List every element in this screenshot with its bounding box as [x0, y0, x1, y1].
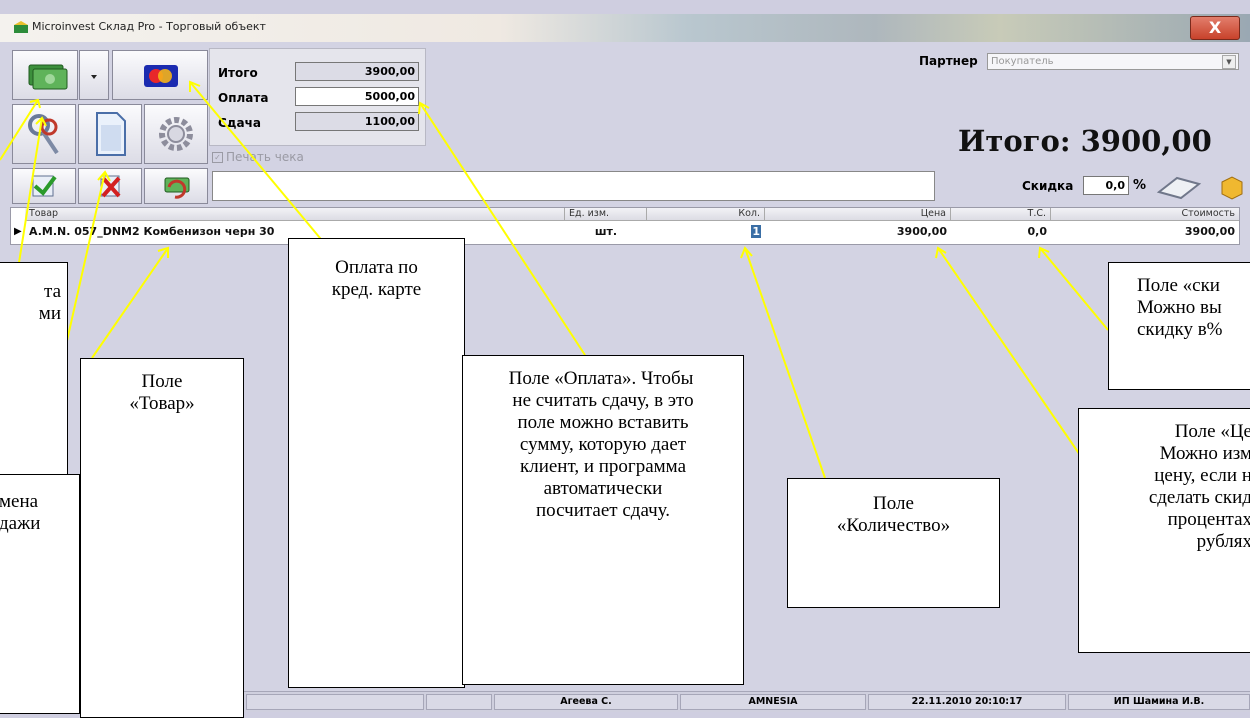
callout-product-field: Поле «Товар»: [80, 358, 244, 718]
window-title: Microinvest Склад Pro - Торговый объект: [32, 20, 266, 33]
big-total-display: Итого: 3900,00: [958, 124, 1212, 158]
qty-value[interactable]: 1: [751, 225, 761, 238]
checkmark-icon: ✓: [212, 152, 223, 163]
header-price[interactable]: Цена: [765, 208, 951, 221]
cell-cost[interactable]: 3900,00: [1051, 223, 1239, 241]
dropdown-arrow-icon: [91, 75, 97, 79]
chevron-down-icon[interactable]: ▼: [1222, 55, 1236, 69]
discount-unit: %: [1133, 178, 1147, 193]
app-icon: [14, 21, 28, 33]
return-button[interactable]: [144, 168, 208, 204]
partner-value: Покупатель: [991, 56, 1054, 67]
title-bar: Microinvest Склад Pro - Торговый объект …: [0, 14, 1250, 42]
cell-unit[interactable]: шт.: [565, 223, 647, 241]
header-unit[interactable]: Ед. изм.: [565, 208, 647, 221]
callout-discount-field: Поле «ски Можно вы скидку в%: [1108, 262, 1250, 390]
keys-icon: [28, 114, 59, 155]
eraser-button[interactable]: [1153, 172, 1205, 202]
credit-card-icon: [144, 65, 178, 87]
header-ts[interactable]: Т.С.: [951, 208, 1051, 221]
header-product[interactable]: Товар: [25, 208, 565, 221]
cell-price[interactable]: 3900,00: [765, 223, 951, 241]
status-user: Агеева С.: [494, 694, 678, 710]
status-company: ИП Шамина И.В.: [1068, 694, 1250, 710]
keys-button[interactable]: [12, 104, 76, 164]
change-field: 1100,00: [295, 112, 419, 131]
document-icon: [96, 112, 126, 156]
cancel-icon: [100, 175, 121, 198]
payment-menu-button[interactable]: [79, 50, 109, 100]
check-icon: [32, 175, 57, 197]
total-label: Итого: [218, 66, 258, 80]
status-empty-2: [426, 694, 492, 710]
status-empty-1: [246, 694, 424, 710]
row-pointer-icon: ▶: [14, 226, 22, 237]
status-object: AMNESIA: [680, 694, 866, 710]
confirm-button[interactable]: [12, 168, 76, 204]
callout-price-field: Поле «Це Можно изм цену, если н сделать …: [1078, 408, 1250, 653]
box-icon: [1221, 176, 1243, 200]
callout-payment-field: Поле «Оплата». Чтобы не считать сдачу, в…: [462, 355, 744, 685]
status-datetime: 22.11.2010 20:10:17: [868, 694, 1066, 710]
discount-input[interactable]: 0,0: [1083, 176, 1129, 195]
card-payment-button[interactable]: [112, 50, 208, 100]
discount-label: Скидка: [1022, 179, 1074, 193]
callout-payment-partial: та ми: [0, 262, 68, 502]
settings-button[interactable]: [144, 104, 208, 164]
barcode-input[interactable]: [212, 171, 935, 201]
header-qty[interactable]: Кол.: [647, 208, 765, 221]
items-grid[interactable]: Товар Ед. изм. Кол. Цена Т.С. Стоимость …: [10, 207, 1240, 245]
gear-icon: [159, 117, 193, 151]
payment-label: Оплата: [218, 91, 269, 105]
total-field: 3900,00: [295, 62, 419, 81]
cancel-sale-button[interactable]: [78, 168, 142, 204]
document-button[interactable]: [78, 104, 142, 164]
box-button[interactable]: [1210, 172, 1250, 202]
callout-card-payment: Оплата по кред. карте: [288, 238, 465, 688]
cash-payment-button[interactable]: [12, 50, 78, 100]
cell-qty[interactable]: 1: [647, 223, 765, 241]
partner-select[interactable]: Покупатель ▼: [987, 53, 1239, 70]
callout-cancel-sale: мена дажи: [0, 474, 80, 714]
close-button[interactable]: X: [1190, 16, 1240, 40]
payment-field[interactable]: 5000,00: [295, 87, 419, 106]
change-label: Сдача: [218, 116, 261, 130]
eraser-icon: [1156, 176, 1202, 200]
callout-quantity-field: Поле «Количество»: [787, 478, 1000, 608]
money-return-icon: [164, 177, 190, 199]
partner-label: Партнер: [919, 54, 978, 68]
print-check-checkbox[interactable]: ✓ Печать чека: [212, 150, 304, 164]
money-icon: [28, 64, 68, 90]
cell-ts[interactable]: 0,0: [951, 223, 1051, 241]
print-check-label: Печать чека: [226, 150, 304, 164]
header-cost[interactable]: Стоимость: [1051, 208, 1239, 221]
